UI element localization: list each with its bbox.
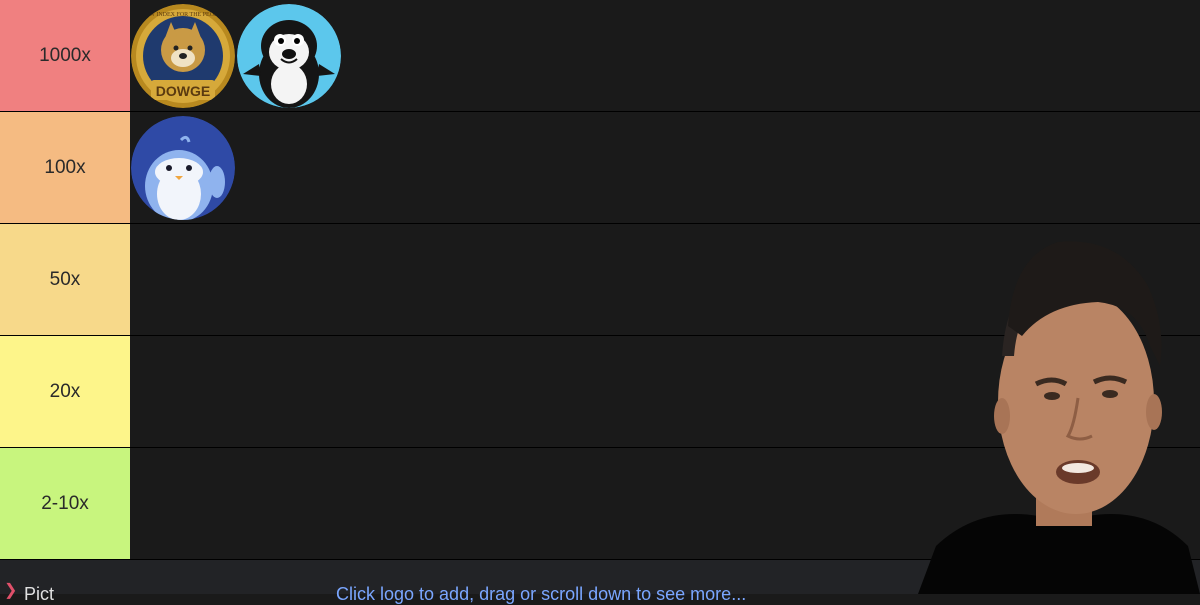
chevron-right-icon[interactable]: ❯	[4, 583, 18, 599]
picture-bar-hint: Click logo to add, drag or scroll down t…	[336, 584, 747, 604]
tier-label-2-10x[interactable]: 2-10x	[0, 448, 130, 559]
tier-label-1000x[interactable]: 1000x	[0, 0, 130, 111]
tier-label-50x[interactable]: 50x	[0, 224, 130, 335]
penguin-black-token-icon[interactable]	[237, 3, 341, 108]
svg-text:DOWGE: DOWGE	[156, 83, 210, 99]
svg-text:NEW INDEX FOR THE PEOPLE: NEW INDEX FOR THE PEOPLE	[141, 12, 225, 18]
tier-items-1000x[interactable]: DOWGE NEW INDEX FOR THE PEOPLE	[130, 0, 1200, 111]
tier-label-100x[interactable]: 100x	[0, 112, 130, 223]
dowge-token-icon[interactable]: DOWGE NEW INDEX FOR THE PEOPLE	[131, 3, 235, 108]
tier-items-100x[interactable]	[130, 112, 1200, 223]
tier-row-100x: 100x	[0, 112, 1200, 224]
pudgy-penguin-token-icon[interactable]	[131, 115, 235, 220]
picture-bar-label[interactable]: Pict	[24, 584, 54, 605]
tier-row-1000x: 1000x DOWGE NEW INDEX FOR THE PEOPLE	[0, 0, 1200, 112]
presenter-webcam	[918, 226, 1200, 594]
tier-label-20x[interactable]: 20x	[0, 336, 130, 447]
